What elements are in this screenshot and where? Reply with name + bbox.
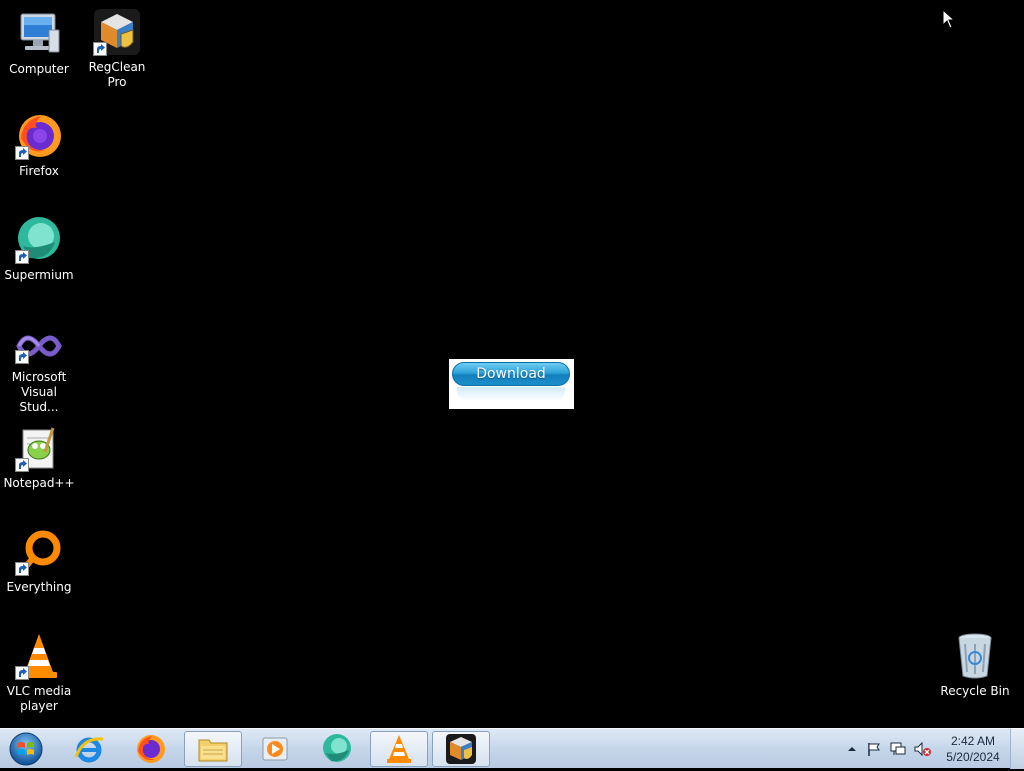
desktop-icon-label: Supermium: [4, 268, 74, 282]
visual-studio-icon: [15, 328, 63, 364]
shortcut-arrow-icon: [15, 562, 29, 576]
firefox-icon: [137, 735, 165, 763]
desktop-icon-notepad-plus-plus[interactable]: Notepad++: [0, 424, 78, 491]
desktop-icon-firefox[interactable]: Firefox: [0, 112, 78, 179]
internet-explorer-icon: [74, 737, 104, 763]
taskbar-internet-explorer[interactable]: [60, 731, 118, 767]
desktop-icon-label: Recycle Bin: [940, 684, 1010, 698]
show-desktop-button[interactable]: [1010, 729, 1024, 769]
clock[interactable]: 2:42 AM 5/20/2024: [940, 733, 1006, 765]
supermium-icon: [15, 216, 63, 264]
action-center-button[interactable]: [866, 741, 882, 757]
show-hidden-icons-icon: [848, 747, 856, 751]
desktop-icon-label: Computer: [9, 62, 69, 76]
desktop-icon-label: RegClean Pro: [88, 60, 146, 89]
vlc-icon: [387, 735, 411, 763]
shortcut-arrow-icon: [93, 42, 107, 56]
desktop-icon-label: Notepad++: [3, 476, 75, 490]
mouse-cursor-icon: [942, 8, 956, 33]
download-button-reflection: [457, 387, 565, 401]
clock-time: 2:42 AM: [950, 734, 996, 748]
computer-icon: [15, 10, 63, 58]
vlc-icon: [15, 632, 63, 680]
taskbar-vlc[interactable]: [370, 731, 428, 767]
shortcut-arrow-icon: [15, 666, 29, 680]
desktop-icon-regclean-pro[interactable]: RegClean Pro: [78, 8, 156, 90]
regclean-pro-icon: [93, 8, 141, 56]
shortcut-arrow-icon: [15, 250, 29, 264]
shortcut-arrow-icon: [15, 350, 29, 364]
taskbar: 2:42 AM 5/20/2024: [0, 728, 1024, 769]
shortcut-arrow-icon: [15, 458, 29, 472]
desktop-icon-computer[interactable]: Computer: [0, 10, 78, 77]
download-popup: Download: [449, 359, 574, 409]
desktop-icon-label: Firefox: [19, 164, 59, 178]
network-icon: [890, 742, 906, 755]
start-button[interactable]: [6, 731, 46, 767]
desktop-icon-recycle-bin[interactable]: Recycle Bin: [936, 632, 1014, 699]
notepad-plus-plus-icon: [15, 424, 63, 472]
taskbar-supermium[interactable]: [308, 731, 366, 767]
volume-button[interactable]: [914, 741, 931, 757]
desktop-icon-label: Everything: [6, 580, 72, 594]
taskbar-media-player[interactable]: [246, 731, 304, 767]
desktop-icon-label: Microsoft Visual Stud...: [11, 370, 67, 414]
everything-icon: [15, 528, 63, 576]
desktop-icon-vlc[interactable]: VLC media player: [0, 632, 78, 714]
windows-start-icon: [9, 732, 43, 766]
desktop-icon-supermium[interactable]: Supermium: [0, 216, 78, 283]
show-hidden-icons-button[interactable]: [844, 741, 860, 757]
recycle-bin-icon: [951, 632, 999, 680]
firefox-icon: [15, 112, 63, 160]
action-center-flag-icon: [868, 743, 880, 756]
desktop-icon-everything[interactable]: Everything: [0, 528, 78, 595]
desktop-icon-label: VLC media player: [6, 684, 72, 713]
volume-muted-icon: [914, 741, 931, 757]
regclean-pro-icon: [446, 734, 476, 764]
taskbar-firefox[interactable]: [122, 731, 180, 767]
taskbar-regclean-pro[interactable]: [432, 731, 490, 767]
download-button[interactable]: Download: [452, 362, 570, 386]
media-player-icon: [262, 737, 288, 761]
shortcut-arrow-icon: [15, 146, 29, 160]
network-button[interactable]: [890, 741, 906, 757]
desktop-icon-visual-studio[interactable]: Microsoft Visual Stud...: [0, 328, 78, 415]
supermium-icon: [323, 734, 351, 762]
taskbar-file-explorer[interactable]: [184, 731, 242, 767]
file-explorer-icon: [198, 739, 228, 762]
clock-date: 5/20/2024: [946, 750, 1000, 764]
